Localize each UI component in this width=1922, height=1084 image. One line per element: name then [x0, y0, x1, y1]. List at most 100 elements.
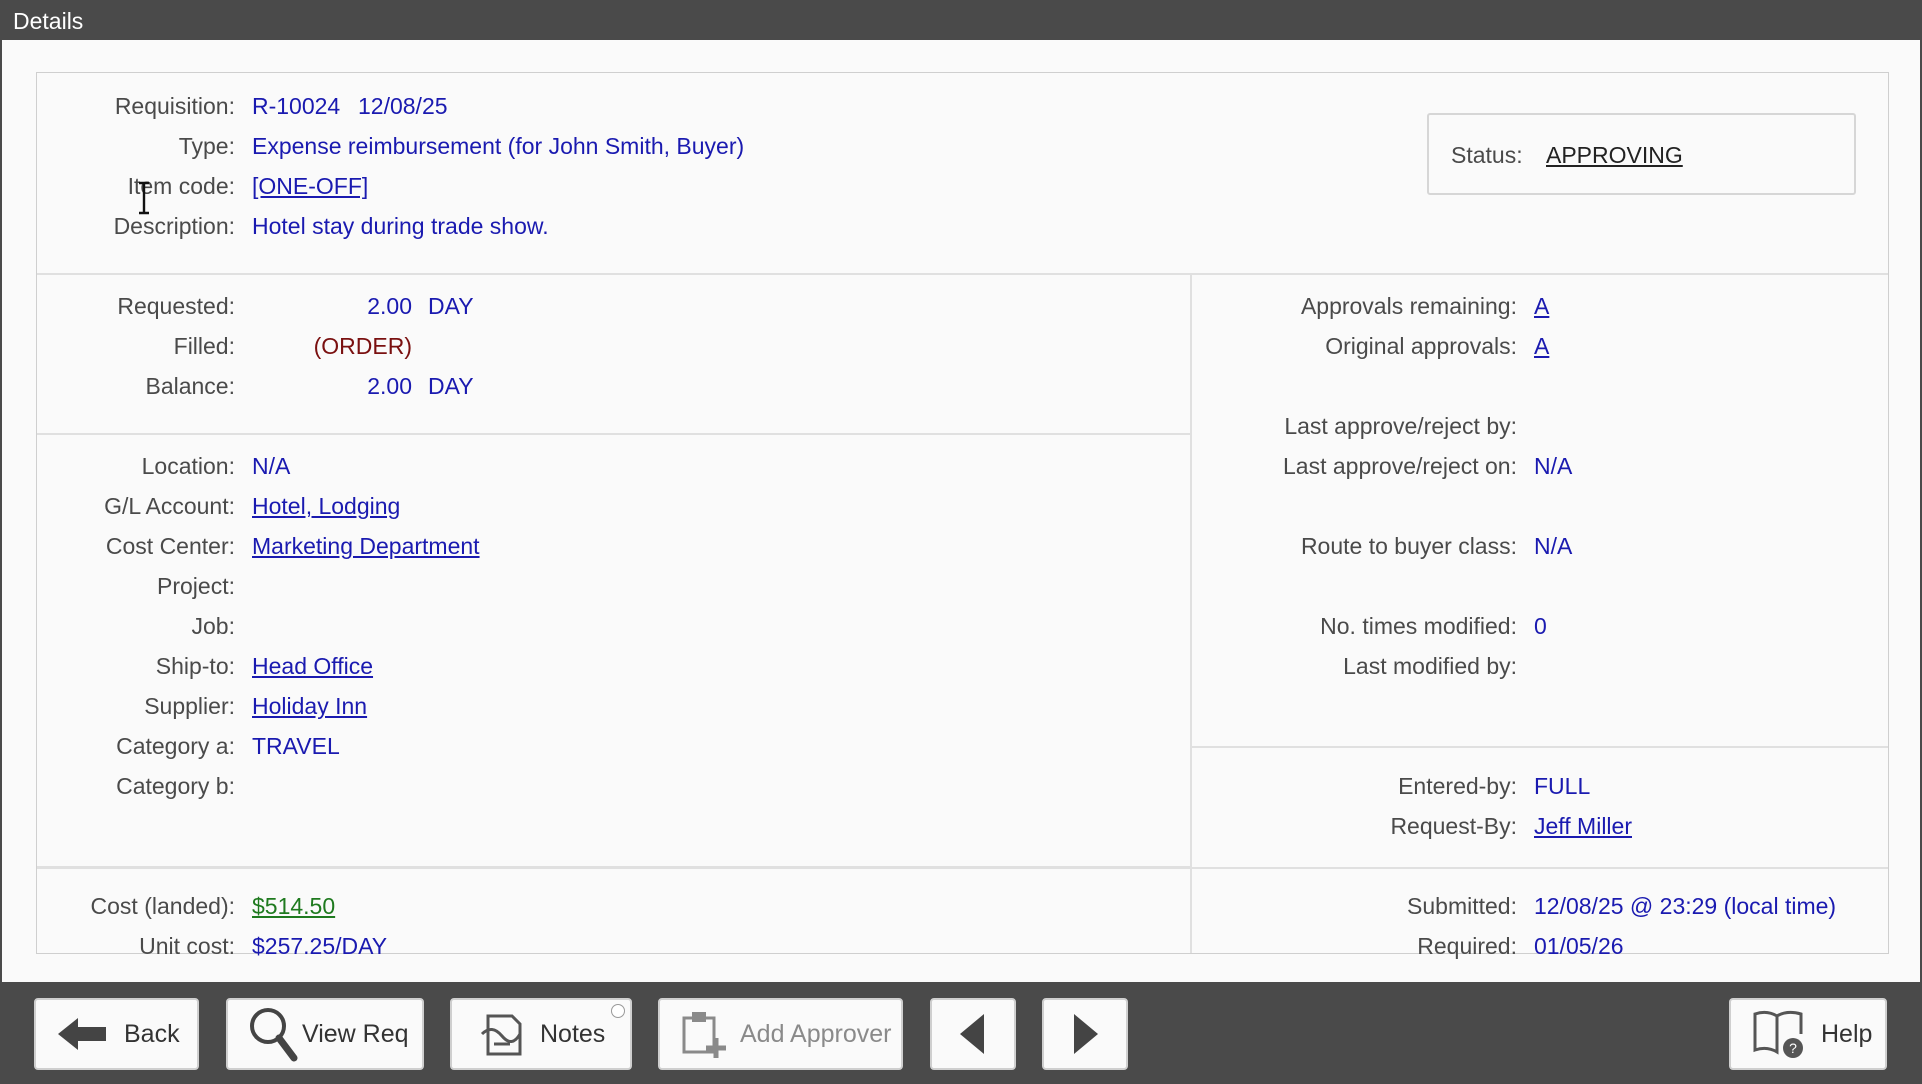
help-button[interactable]: ? Help: [1729, 998, 1887, 1070]
entered-by-label: Entered-by:: [1398, 773, 1517, 799]
submitted-row: Submitted: 12/08/25 @ 23:29 (local time): [1197, 886, 1877, 926]
category-b-label: Category b:: [116, 773, 235, 799]
request-by-link[interactable]: Jeff Miller: [1534, 806, 1632, 846]
next-button[interactable]: [1042, 998, 1128, 1070]
balance-label: Balance:: [145, 373, 235, 399]
last-modified-label: Last modified by:: [1343, 653, 1517, 679]
times-modified-row: No. times modified: 0: [1197, 606, 1877, 646]
balance-row: Balance: 2.00 DAY: [37, 366, 1187, 406]
location-label: Location:: [141, 453, 235, 479]
approvals-remaining-row: Approvals remaining: A: [1197, 286, 1877, 326]
ship-to-link[interactable]: Head Office: [252, 646, 373, 686]
notes-button[interactable]: Notes: [450, 998, 632, 1070]
last-approve-by-row: Last approve/reject by:: [1197, 406, 1877, 446]
requested-label: Requested:: [117, 293, 235, 319]
divider-vertical: [1190, 273, 1192, 953]
gl-account-label: G/L Account:: [104, 493, 235, 519]
description-value: Hotel stay during trade show.: [252, 213, 549, 239]
back-button[interactable]: Back: [34, 998, 199, 1070]
category-a-value: TRAVEL: [252, 733, 340, 759]
supplier-row: Supplier: Holiday Inn: [37, 686, 1187, 726]
requisition-label: Requisition:: [114, 93, 235, 119]
route-buyer-class-row: Route to buyer class: N/A: [1197, 526, 1877, 566]
notes-indicator-dot: [611, 1004, 625, 1018]
last-approve-on-row: Last approve/reject on: N/A: [1197, 446, 1877, 486]
location-row: Location: N/A: [37, 446, 1187, 486]
category-a-label: Category a:: [116, 733, 235, 759]
supplier-link[interactable]: Holiday Inn: [252, 686, 367, 726]
requisition-date: 12/08/25: [358, 93, 448, 119]
ship-to-row: Ship-to: Head Office: [37, 646, 1187, 686]
last-approve-on-label: Last approve/reject on:: [1283, 453, 1517, 479]
add-approver-button[interactable]: Add Approver: [658, 998, 903, 1070]
approvals-remaining-label: Approvals remaining:: [1300, 293, 1517, 319]
balance-qty: 2.00: [367, 373, 412, 399]
status-link[interactable]: APPROVING: [1546, 135, 1683, 175]
required-label: Required:: [1417, 933, 1517, 959]
submitted-value: 12/08/25 @ 23:29 (local time): [1534, 893, 1837, 919]
request-by-label: Request-By:: [1390, 813, 1517, 839]
project-label: Project:: [157, 573, 235, 599]
required-row: Required: 01/05/26: [1197, 926, 1877, 966]
divider-quantities: [37, 433, 1190, 435]
item-code-link[interactable]: [ONE-OFF]: [252, 166, 368, 206]
balance-unit: DAY: [428, 373, 474, 399]
text-cursor-icon: [139, 181, 149, 215]
type-label: Type:: [178, 133, 235, 159]
filled-row: Filled: (ORDER): [37, 326, 1187, 366]
description-row: Description: Hotel stay during trade sho…: [37, 206, 1337, 246]
filled-value: (ORDER): [313, 333, 412, 359]
job-label: Job:: [191, 613, 235, 639]
help-label: Help: [1821, 1019, 1873, 1048]
times-modified-label: No. times modified:: [1320, 613, 1517, 639]
cost-landed-link[interactable]: $514.50: [252, 886, 335, 926]
notes-icon: [480, 1010, 526, 1058]
divider-left-bottom: [37, 866, 1190, 868]
status-label: Status:: [1451, 142, 1523, 168]
last-approve-by-label: Last approve/reject by:: [1284, 413, 1517, 439]
requested-unit: DAY: [428, 293, 474, 319]
add-approver-icon: [678, 1008, 730, 1060]
gl-account-link[interactable]: Hotel, Lodging: [252, 486, 400, 526]
route-buyer-class-value: N/A: [1534, 533, 1573, 559]
book-help-icon: ?: [1751, 1008, 1807, 1060]
cost-center-row: Cost Center: Marketing Department: [37, 526, 1187, 566]
cost-center-label: Cost Center:: [105, 533, 235, 559]
cost-landed-label: Cost (landed):: [90, 893, 235, 919]
location-value: N/A: [252, 453, 291, 479]
entered-by-row: Entered-by: FULL: [1197, 766, 1877, 806]
original-approvals-link[interactable]: A: [1534, 326, 1549, 366]
back-label: Back: [124, 1019, 180, 1048]
view-req-label: View Req: [302, 1019, 409, 1048]
approvals-remaining-link[interactable]: A: [1534, 286, 1549, 326]
status-box: Status: APPROVING: [1427, 113, 1856, 195]
notes-label: Notes: [540, 1019, 606, 1048]
cost-center-link[interactable]: Marketing Department: [252, 526, 480, 566]
add-approver-label: Add Approver: [740, 1019, 892, 1048]
job-row: Job:: [37, 606, 1187, 646]
item-code-row: Item code: [ONE-OFF]: [37, 166, 1337, 206]
requested-qty: 2.00: [367, 293, 412, 319]
item-code-label: Item code:: [127, 173, 235, 199]
svg-text:?: ?: [1789, 1040, 1797, 1056]
view-req-button[interactable]: View Req: [226, 998, 424, 1070]
category-a-row: Category a: TRAVEL: [37, 726, 1187, 766]
previous-button[interactable]: [930, 998, 1016, 1070]
triangle-right-icon: [1070, 1012, 1100, 1056]
magnifier-icon: [248, 1006, 298, 1062]
original-approvals-label: Original approvals:: [1325, 333, 1517, 359]
entered-by-value: FULL: [1534, 773, 1591, 799]
requested-row: Requested: 2.00 DAY: [37, 286, 1187, 326]
ship-to-label: Ship-to:: [155, 653, 235, 679]
footer-toolbar: Back View Req Notes Add Approver ? Help: [0, 982, 1922, 1084]
original-approvals-row: Original approvals: A: [1197, 326, 1877, 366]
times-modified-value: 0: [1534, 613, 1547, 639]
details-panel: Requisition: R-10024 12/08/25 Type: Expe…: [2, 40, 1920, 982]
gl-account-row: G/L Account: Hotel, Lodging: [37, 486, 1187, 526]
route-buyer-class-label: Route to buyer class:: [1300, 533, 1517, 559]
unit-cost-label: Unit cost:: [139, 933, 235, 959]
window-title: Details: [0, 0, 1922, 40]
required-value: 01/05/26: [1534, 933, 1624, 959]
unit-cost-value: $257.25/DAY: [252, 933, 388, 959]
last-modified-row: Last modified by:: [1197, 646, 1877, 686]
